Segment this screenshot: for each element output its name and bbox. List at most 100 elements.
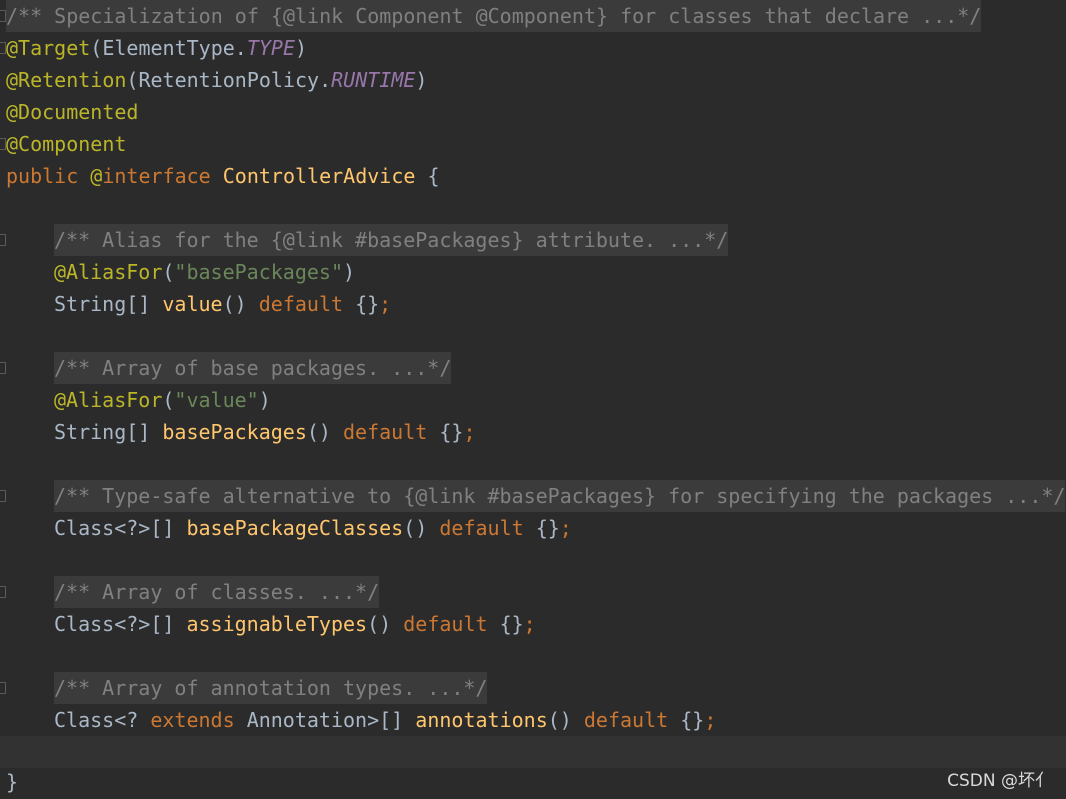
method-name: basePackageClasses xyxy=(186,516,404,540)
code-token: () xyxy=(547,708,572,732)
code-line-1[interactable]: /** Specialization of {@link Component @… xyxy=(0,0,1066,32)
annotation-target: @Target xyxy=(6,36,91,60)
folded-doc-comment[interactable]: /** Array of annotation types. ...*/ xyxy=(54,672,488,704)
code-token: () xyxy=(367,612,392,636)
keyword: extends xyxy=(150,708,235,732)
keyword: interface xyxy=(102,164,211,188)
string-literal: "value" xyxy=(174,388,259,412)
code-line-2[interactable]: @Target(ElementType.TYPE) xyxy=(0,32,1066,64)
keyword: public xyxy=(6,164,79,188)
code-token: ) xyxy=(343,260,356,284)
code-line-17[interactable]: Class<?>[] basePackageClasses() default … xyxy=(0,512,1066,544)
doc-comment: /** Array of base packages. ...*/ xyxy=(54,356,452,380)
doc-comment: /** Type-safe alternative to {@link #bas… xyxy=(54,484,1066,508)
code-line-16[interactable]: /** Type-safe alternative to {@link #bas… xyxy=(0,480,1066,512)
code-line-9[interactable]: @AliasFor("basePackages") xyxy=(0,256,1066,288)
code-line-14[interactable]: String[] basePackages() default {}; xyxy=(0,416,1066,448)
watermark: CSDN @坏亻 xyxy=(947,771,1052,791)
fold-marker-icon[interactable] xyxy=(0,490,6,502)
code-line-4[interactable]: @Documented xyxy=(0,96,1066,128)
code-line-25[interactable]: } xyxy=(0,766,1066,798)
code-line-19[interactable]: /** Array of classes. ...*/ xyxy=(0,576,1066,608)
code-token: () xyxy=(222,292,247,316)
code-editor[interactable]: /** Specialization of {@link Component @… xyxy=(0,0,1066,799)
annotation-documented: @Documented xyxy=(6,100,139,124)
code-token: ) xyxy=(295,36,308,60)
code-token: ; xyxy=(523,612,536,636)
keyword: default xyxy=(403,612,488,636)
code-line-11[interactable] xyxy=(0,320,1066,352)
method-name: value xyxy=(162,292,223,316)
folded-doc-comment[interactable]: /** Specialization of {@link Component @… xyxy=(6,0,982,32)
keyword: default xyxy=(343,420,428,444)
code-token: {} xyxy=(680,708,705,732)
code-line-20[interactable]: Class<?>[] assignableTypes() default {}; xyxy=(0,608,1066,640)
keyword: default xyxy=(583,708,669,732)
code-token: ; xyxy=(379,292,392,316)
code-line-21[interactable] xyxy=(0,640,1066,672)
enum-constant: RUNTIME xyxy=(331,68,416,92)
code-line-23[interactable]: Class<? extends Annotation>[] annotation… xyxy=(0,704,1066,736)
code-line-13[interactable]: @AliasFor("value") xyxy=(0,384,1066,416)
method-name: assignableTypes xyxy=(186,612,368,636)
code-line-3[interactable]: @Retention(RetentionPolicy.RUNTIME) xyxy=(0,64,1066,96)
type-name: Class<?>[] xyxy=(54,516,175,540)
type-name: Annotation>[] xyxy=(246,708,404,732)
code-line-22[interactable]: /** Array of annotation types. ...*/ xyxy=(0,672,1066,704)
annotation-component: @Component xyxy=(6,132,127,156)
fold-marker-icon[interactable] xyxy=(0,362,6,374)
code-token: (ElementType. xyxy=(90,36,247,60)
annotation-aliasfor: @AliasFor xyxy=(54,388,163,412)
doc-comment: /** Array of classes. ...*/ xyxy=(54,580,380,604)
annotation-retention: @Retention xyxy=(6,68,127,92)
doc-comment: /** Alias for the {@link #basePackages} … xyxy=(54,228,729,252)
folded-doc-comment[interactable]: /** Type-safe alternative to {@link #bas… xyxy=(54,480,1066,512)
code-token: () xyxy=(403,516,428,540)
code-line-18[interactable] xyxy=(0,544,1066,576)
folded-doc-comment[interactable]: /** Array of base packages. ...*/ xyxy=(54,352,452,384)
code-token: { xyxy=(427,164,440,188)
code-line-15[interactable] xyxy=(0,448,1066,480)
class-name: ControllerAdvice xyxy=(222,164,416,188)
code-token: {} xyxy=(355,292,380,316)
code-line-12[interactable]: /** Array of base packages. ...*/ xyxy=(0,352,1066,384)
type-name: Class<? xyxy=(54,708,139,732)
code-line-5[interactable]: @Component xyxy=(0,128,1066,160)
type-name: String[] xyxy=(54,420,151,444)
code-token: ; xyxy=(704,708,717,732)
code-token: @ xyxy=(90,164,103,188)
code-token: } xyxy=(6,770,19,794)
code-token: ( xyxy=(162,260,175,284)
code-line-24-current[interactable] xyxy=(0,736,1066,768)
code-token: {} xyxy=(499,612,524,636)
fold-marker-icon[interactable] xyxy=(0,586,6,598)
code-token: {} xyxy=(535,516,560,540)
code-token: {} xyxy=(439,420,464,444)
code-token: ) xyxy=(415,68,428,92)
type-name: Class<?>[] xyxy=(54,612,175,636)
keyword: default xyxy=(258,292,344,316)
code-line-10[interactable]: String[] value() default {}; xyxy=(0,288,1066,320)
code-token: ; xyxy=(559,516,572,540)
doc-comment: /** Specialization of {@link Component @… xyxy=(6,4,982,28)
code-line-6[interactable]: public @interface ControllerAdvice { xyxy=(0,160,1066,192)
code-token: () xyxy=(306,420,331,444)
string-literal: "basePackages" xyxy=(174,260,343,284)
code-token: (RetentionPolicy. xyxy=(126,68,332,92)
fold-marker-icon[interactable] xyxy=(0,682,6,694)
code-token: ( xyxy=(162,388,175,412)
method-name: annotations xyxy=(415,708,548,732)
code-line-8[interactable]: /** Alias for the {@link #basePackages} … xyxy=(0,224,1066,256)
type-name: String[] xyxy=(54,292,151,316)
annotation-aliasfor: @AliasFor xyxy=(54,260,163,284)
folded-doc-comment[interactable]: /** Alias for the {@link #basePackages} … xyxy=(54,224,729,256)
code-line-7[interactable] xyxy=(0,192,1066,224)
doc-comment: /** Array of annotation types. ...*/ xyxy=(54,676,488,700)
code-token: ; xyxy=(463,420,476,444)
enum-constant: TYPE xyxy=(246,36,296,60)
folded-doc-comment[interactable]: /** Array of classes. ...*/ xyxy=(54,576,380,608)
keyword: default xyxy=(439,516,524,540)
code-token: ) xyxy=(258,388,271,412)
method-name: basePackages xyxy=(162,420,307,444)
fold-marker-icon[interactable] xyxy=(0,234,6,246)
